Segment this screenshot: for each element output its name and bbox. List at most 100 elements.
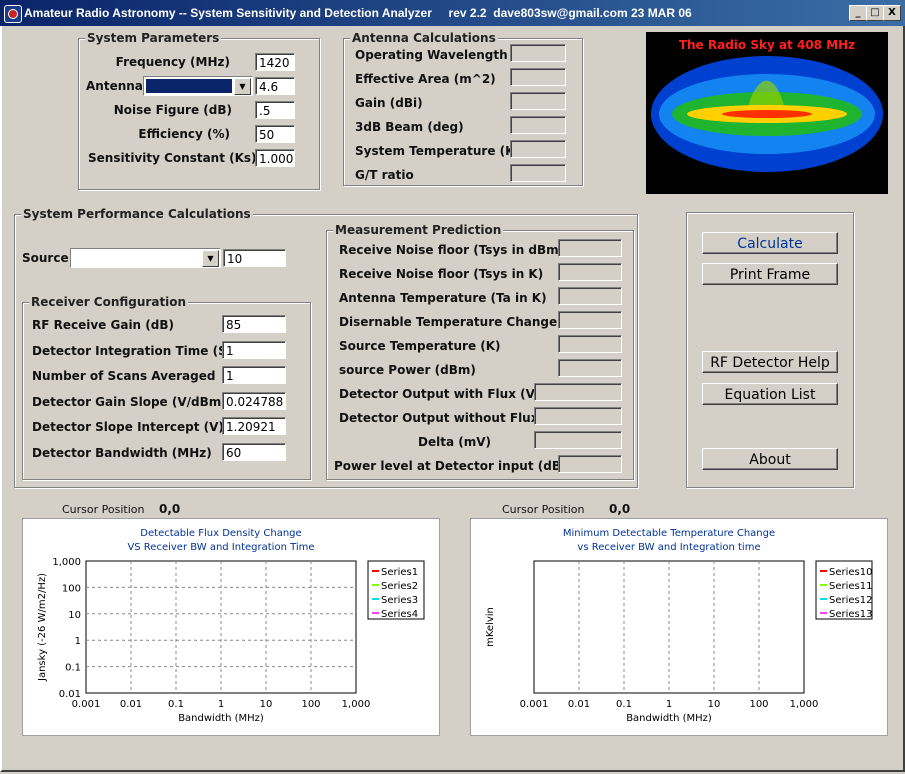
noise-figure-input[interactable]: .5 (255, 101, 295, 119)
flux-density-chart[interactable]: Detectable Flux Density Change VS Receive… (22, 518, 440, 736)
y-tick-label: 10 (68, 610, 81, 621)
source-value-input[interactable]: 10 (223, 249, 286, 267)
minimize-button[interactable]: _ (849, 5, 867, 21)
main-window: System Parameters Frequency (MHz) 1420 A… (0, 26, 905, 772)
antenna-calc-label: G/T ratio (355, 168, 414, 182)
measurement-label: Receive Noise floor (Tsys in K) (339, 267, 544, 281)
antenna-calc-label: Effective Area (m^2) (355, 72, 496, 86)
y-tick-label: 1 (75, 636, 81, 647)
antenna-calc-output (510, 164, 566, 182)
x-axis-label: Bandwidth (MHz) (626, 713, 712, 724)
measurement-output (558, 359, 622, 377)
receiver-config-legend: Receiver Configuration (29, 295, 189, 309)
x-tick-label: 10 (260, 699, 273, 710)
y-tick-label: 100 (62, 583, 81, 594)
legend-entry: Series12 (829, 595, 872, 606)
receiver-config-label: Detector Slope Intercept (V) (32, 420, 224, 434)
antenna-calc-output (510, 116, 566, 134)
antenna-dropdown[interactable]: ▼ (143, 76, 253, 96)
close-button[interactable]: X (883, 5, 901, 21)
receiver-config-label: Number of Scans Averaged (32, 369, 216, 383)
measurement-label: Detector Output with Flux (V) (339, 387, 541, 401)
receiver-config-input[interactable]: 1 (222, 366, 286, 384)
receiver-config-label: Detector Bandwidth (MHz) (32, 445, 212, 460)
source-label: Source (22, 251, 69, 265)
measurement-label: Detector Output without Flux (V) (339, 411, 563, 425)
window-title: Amateur Radio Astronomy -- System Sensit… (24, 6, 692, 20)
source-dropdown[interactable]: ▼ (70, 248, 221, 268)
equation-list-button[interactable]: Equation List (702, 383, 838, 405)
chart-subtitle: vs Receiver BW and Integration time (577, 542, 760, 553)
x-tick-label: 100 (301, 699, 320, 710)
legend-entry: Series1 (381, 567, 418, 578)
antenna-selected (146, 79, 232, 93)
x-tick-label: 1,000 (790, 699, 819, 710)
print-frame-button[interactable]: Print Frame (702, 263, 838, 285)
sensitivity-constant-label: Sensitivity Constant (Ks) (88, 151, 257, 165)
y-axis-label: mKelvin (485, 607, 496, 647)
rf-detector-help-button[interactable]: RF Detector Help (702, 351, 838, 373)
legend-entry: Series11 (829, 581, 872, 592)
antenna-calc-label: Operating Wavelength (m) (355, 48, 536, 62)
receiver-config-input[interactable]: 60 (222, 442, 286, 461)
chart-title: Minimum Detectable Temperature Change (563, 528, 775, 539)
receiver-config-input[interactable]: 1 (222, 340, 286, 359)
calculate-button[interactable]: Calculate (702, 232, 838, 254)
temperature-chart[interactable]: Minimum Detectable Temperature Change vs … (470, 518, 888, 736)
antenna-calc-label: 3dB Beam (deg) (355, 120, 464, 134)
measurement-label: Power level at Detector input (dBm) (334, 459, 579, 473)
cursor-position-value-left: 0,0 (159, 502, 181, 516)
measurement-output (558, 263, 622, 281)
antenna-calc-output (510, 92, 566, 110)
x-tick-label: 1 (666, 699, 672, 710)
cursor-position-label-right: Cursor Position (502, 503, 585, 516)
temperature-chart-svg: Minimum Detectable Temperature Change vs … (485, 528, 873, 724)
receiver-config-input[interactable]: 85 (222, 315, 286, 333)
x-tick-label: 1 (218, 699, 224, 710)
chevron-down-icon[interactable]: ▼ (202, 250, 219, 267)
legend-entry: Series2 (381, 581, 418, 592)
antenna-label: Antenna (86, 79, 143, 93)
antenna-size-input[interactable]: 4.6 (255, 77, 295, 95)
x-tick-label: 0.001 (72, 699, 101, 710)
measurement-label: Disernable Temperature Change (mK) (339, 315, 595, 329)
measurement-label: Source Temperature (K) (339, 339, 501, 353)
radio-sky-image: The Radio Sky at 408 MHz (646, 32, 888, 194)
maximize-button[interactable]: □ (866, 5, 884, 21)
measurement-output (558, 335, 622, 353)
y-tick-label: 1,000 (52, 557, 81, 568)
receiver-config-label: RF Receive Gain (dB) (32, 318, 174, 332)
sensitivity-constant-input[interactable]: 1.000 (255, 149, 295, 167)
performance-legend: System Performance Calculations (21, 207, 253, 221)
antenna-calc-label: System Temperature (K) (355, 144, 520, 158)
measurement-output (558, 455, 622, 473)
y-tick-label: 0.01 (59, 689, 81, 700)
receiver-config-input[interactable]: 1.20921 (222, 417, 286, 435)
flux-chart-svg: Detectable Flux Density Change VS Receive… (37, 528, 425, 724)
radio-sky-map (651, 56, 883, 172)
antenna-calc-output (510, 44, 566, 62)
about-button[interactable]: About (702, 448, 838, 470)
frequency-label: Frequency (MHz) (115, 55, 230, 69)
cursor-position-label-left: Cursor Position (62, 503, 145, 516)
efficiency-input[interactable]: 50 (255, 125, 295, 143)
x-axis-label: Bandwidth (MHz) (178, 713, 264, 724)
receiver-config-label: Detector Integration Time (S) (32, 343, 233, 358)
measurement-label: Delta (mV) (418, 435, 491, 449)
x-tick-label: 0.001 (520, 699, 549, 710)
title-bar: Amateur Radio Astronomy -- System Sensit… (0, 0, 905, 26)
chevron-down-icon[interactable]: ▼ (234, 78, 251, 95)
sky-caption: The Radio Sky at 408 MHz (678, 38, 856, 52)
x-tick-label: 1,000 (342, 699, 371, 710)
measurement-label: Antenna Temperature (Ta in K) (339, 291, 547, 305)
measurement-output (558, 287, 622, 305)
measurement-legend: Measurement Prediction (333, 223, 504, 237)
antenna-calc-output (510, 68, 566, 86)
y-axis-label: Jansky (-26 W/m2/Hz) (37, 573, 48, 682)
antenna-calculations-legend: Antenna Calculations (350, 31, 498, 45)
app-icon[interactable] (4, 5, 22, 23)
receiver-config-input[interactable]: 0.024788 (222, 391, 286, 410)
x-tick-label: 0.01 (120, 699, 142, 710)
legend-entry: Series4 (381, 609, 418, 620)
frequency-input[interactable]: 1420 (255, 53, 295, 71)
